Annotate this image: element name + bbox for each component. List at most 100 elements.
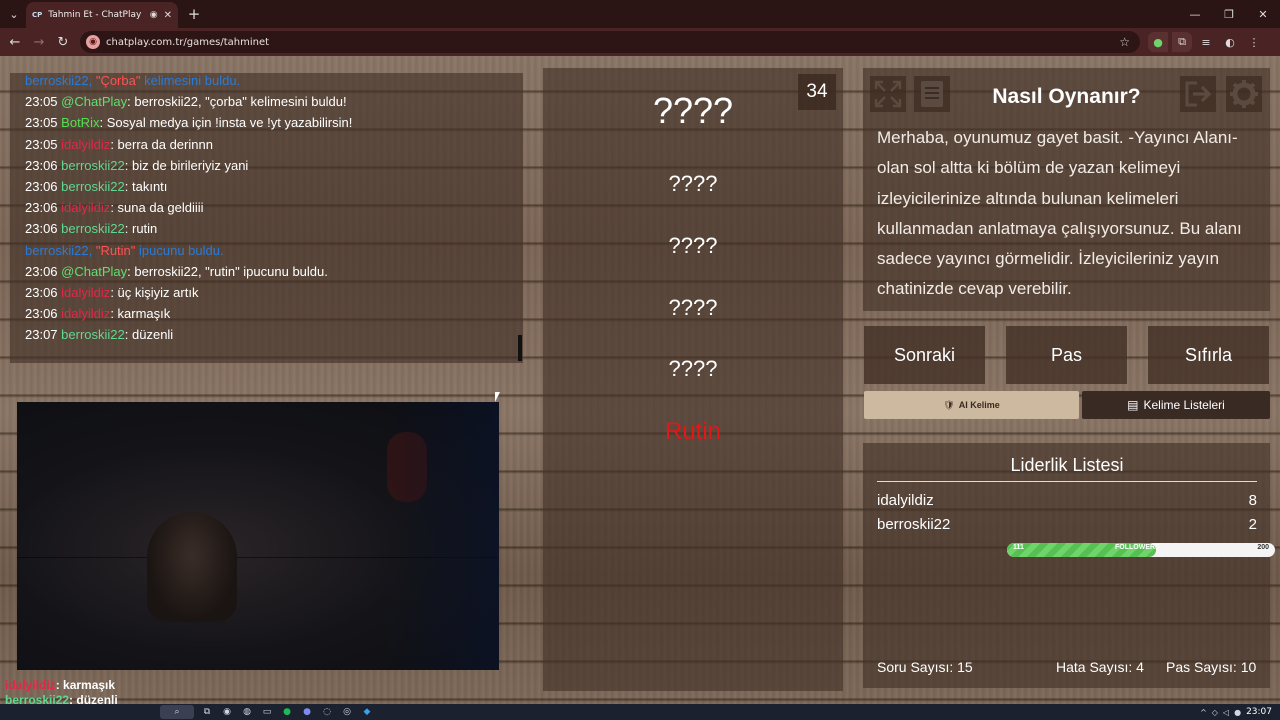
fullscreen-icon[interactable]: [870, 76, 906, 112]
chat-system-line: berroskii22, "Çorba" kelimesini buldu.: [25, 70, 520, 91]
tab-favicon: CP: [32, 11, 43, 19]
ai-word-button[interactable]: 🛡 AI Kelime: [864, 391, 1079, 419]
record-icon[interactable]: ◉: [150, 10, 158, 20]
chrome-icon[interactable]: ◍: [240, 705, 254, 719]
chat-user[interactable]: @ChatPlay: [61, 94, 127, 109]
folder-icon[interactable]: ▭: [260, 705, 274, 719]
game-page: berroskii22, "Çorba" kelimesini buldu. 23…: [0, 56, 1280, 704]
chat-user: berroskii22,: [25, 73, 93, 88]
profile-icon[interactable]: ◐: [1220, 32, 1240, 52]
ai-word-label: AI Kelime: [958, 400, 1000, 410]
chat-time: 23:05: [25, 115, 58, 131]
taskbar: ⌕ ⧉ ◉ ◍ ▭ ● ● ◌ ◎ ◆ ^ ◇ ◁ ● 23:07: [0, 704, 1280, 720]
chat-user: berroskii22,: [25, 242, 93, 258]
window-controls: — ❐ ✕: [1178, 0, 1280, 28]
chat-time: 23:06: [25, 157, 58, 173]
chat-text: düzenli: [132, 327, 174, 343]
spotify-icon[interactable]: ●: [280, 705, 294, 719]
reload-icon[interactable]: ↻: [51, 30, 75, 54]
browser-tab[interactable]: CP Tahmin Et - ChatPlay ◉ ✕: [26, 2, 178, 28]
pass-button[interactable]: Pas: [1006, 326, 1127, 384]
word-lists-label: Kelime Listeleri: [1143, 398, 1225, 412]
window-close-icon[interactable]: ✕: [1246, 0, 1280, 28]
chat-user[interactable]: BotRix: [61, 115, 99, 130]
chat-time: 23:06: [25, 306, 58, 322]
tab-list-icon[interactable]: ⌄: [0, 0, 28, 28]
forbidden-word: ????: [668, 356, 718, 381]
followers-goal: 200: [1257, 544, 1269, 551]
task-view-icon[interactable]: ⧉: [200, 705, 214, 719]
chat-user[interactable]: idalyildiz: [61, 200, 110, 215]
next-button[interactable]: Sonraki: [864, 326, 985, 384]
chat-time: 23:06: [25, 200, 58, 216]
chat-user[interactable]: berroskii22: [61, 221, 125, 236]
media-icon[interactable]: ≡: [1196, 32, 1216, 52]
vscode-icon[interactable]: ◆: [360, 705, 374, 719]
chat-line: 23:06 @ChatPlay: berroskii22, "rutin" ip…: [25, 263, 328, 279]
book-icon[interactable]: [914, 76, 950, 112]
reset-button[interactable]: Sıfırla: [1148, 326, 1269, 384]
tray-mic-icon[interactable]: ●: [1234, 708, 1241, 717]
leaderboard-title: Liderlik Listesi: [1010, 455, 1124, 475]
chat-system-line: berroskii22, "Rutin" ipucunu buldu.: [25, 240, 520, 261]
gear-icon[interactable]: [1226, 76, 1262, 112]
chat-user[interactable]: berroskii22: [61, 158, 125, 173]
chat-text: takıntı: [132, 179, 168, 195]
chat-user[interactable]: berroskii22: [61, 179, 125, 194]
extension-bar: ● ⧉ ≡ ◐ ⋮: [1148, 32, 1264, 52]
chat-user[interactable]: idalyildiz: [61, 285, 110, 300]
back-icon[interactable]: ←: [3, 30, 27, 54]
tray-volume-icon[interactable]: ◁: [1223, 708, 1229, 717]
minimize-icon[interactable]: —: [1178, 0, 1212, 28]
new-tab-icon[interactable]: +: [184, 4, 204, 24]
overlay-user: idalyildiz: [5, 678, 56, 692]
steam-icon[interactable]: ◎: [340, 705, 354, 719]
webcam-shade: [387, 402, 499, 670]
forbidden-word: ????: [668, 233, 718, 258]
chat-user[interactable]: idalyildiz: [61, 306, 110, 321]
search-icon[interactable]: ⌕: [160, 705, 194, 719]
menu-icon[interactable]: ⋮: [1244, 32, 1264, 52]
chat-user[interactable]: idalyildiz: [61, 137, 110, 152]
edge-icon[interactable]: ◉: [220, 705, 234, 719]
tray-network-icon[interactable]: ◇: [1212, 708, 1218, 717]
scrollbar-thumb[interactable]: [518, 335, 522, 361]
chat-text: suna da geldiiii: [117, 200, 204, 216]
restore-icon[interactable]: ❐: [1212, 0, 1246, 28]
url-input[interactable]: ◉ chatplay.com.tr/games/tahminet ☆: [80, 31, 1140, 53]
system-tray: ^ ◇ ◁ ● 23:07: [1200, 704, 1272, 720]
discord-icon[interactable]: ●: [300, 705, 314, 719]
error-count: Hata Sayısı: 4: [1056, 659, 1144, 675]
chat-time: 23:06: [25, 285, 58, 301]
chat-line: 23:05 idalyildiz: berra da derinnn: [25, 136, 213, 152]
main-word: ????: [652, 90, 734, 131]
chat-time: 23:07: [25, 327, 58, 343]
chat-line: 23:06 idalyildiz: suna da geldiiii: [25, 200, 204, 216]
pass-count: Pas Sayısı: 10: [1166, 659, 1257, 675]
extension-icon[interactable]: ●: [1148, 32, 1168, 52]
chat-text: biz de birileriyiz yani: [132, 157, 249, 173]
bookmark-star-icon[interactable]: ☆: [1119, 35, 1130, 49]
chat-line: 23:05 BotRix: Sosyal medya için !insta v…: [25, 115, 353, 131]
obs-icon[interactable]: ◌: [320, 705, 334, 719]
exit-icon[interactable]: [1180, 76, 1216, 112]
chat-time: 23:06: [25, 263, 58, 279]
chat-line: 23:06 berroskii22: takıntı: [25, 179, 168, 195]
forward-icon[interactable]: →: [27, 30, 51, 54]
chat-user[interactable]: berroskii22: [61, 327, 125, 342]
site-info-icon[interactable]: ◉: [86, 35, 100, 49]
address-bar-row: ← → ↻ ◉ chatplay.com.tr/games/tahminet ☆…: [0, 28, 1280, 56]
leaderboard-row: berroskii22 2: [877, 516, 1257, 533]
chat-line: 23:07 berroskii22: düzenli: [25, 327, 174, 343]
leaderboard-score: 8: [1248, 492, 1257, 509]
how-to-play-text: Merhaba, oyunumuz gayet basit. -Yayıncı …: [877, 128, 1242, 299]
puzzle-icon[interactable]: ⧉: [1172, 32, 1192, 52]
tray-chevron-icon[interactable]: ^: [1200, 708, 1207, 717]
chat-user[interactable]: @ChatPlay: [61, 264, 127, 279]
close-icon[interactable]: ✕: [164, 10, 172, 21]
leaderboard-panel: [863, 443, 1270, 688]
word-lists-button[interactable]: ▤ Kelime Listeleri: [1082, 391, 1270, 419]
chat-text: karmaşık: [117, 306, 171, 322]
webcam-feed: [17, 402, 499, 670]
question-count: Soru Sayısı: 15: [877, 659, 973, 675]
